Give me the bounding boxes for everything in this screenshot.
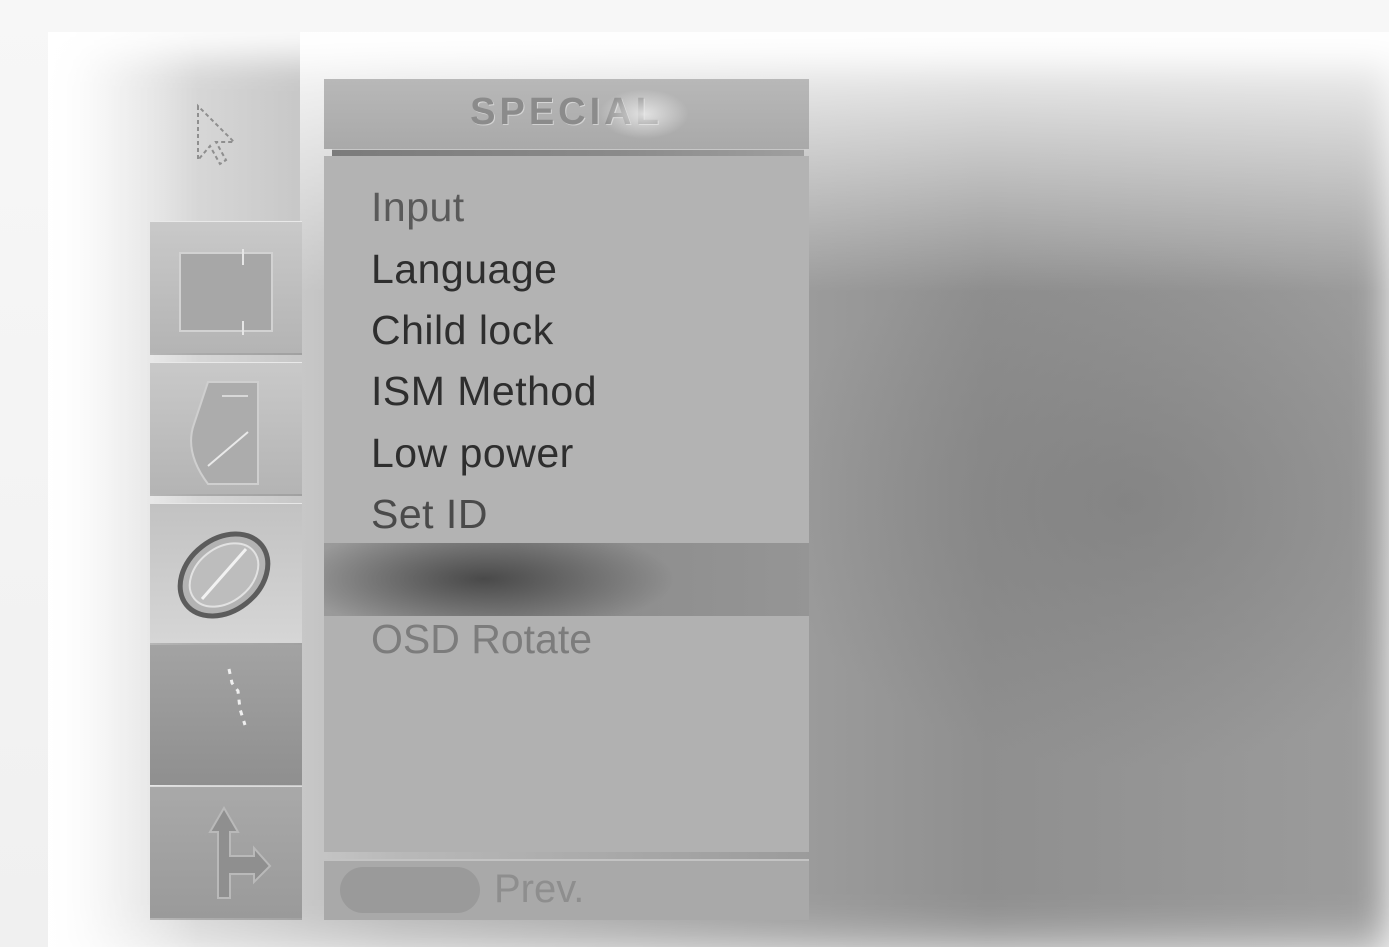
menu-item-child-lock[interactable]: Child lock <box>371 307 554 354</box>
menu-list: Input Language Child lock ISM Method Low… <box>324 156 809 543</box>
menu-item-osd-rotate[interactable]: OSD Rotate <box>371 616 592 663</box>
prev-key-button[interactable] <box>340 867 480 913</box>
footer-nav: Prev. <box>324 859 809 920</box>
special-icon <box>227 668 247 726</box>
time-icon <box>177 531 271 619</box>
menu-separator <box>324 543 809 616</box>
title-glare <box>599 89 689 139</box>
adjust-icon <box>208 806 272 899</box>
side-tab-time[interactable] <box>150 503 302 643</box>
screen-icon <box>179 249 273 335</box>
menu-item-ism-method[interactable]: ISM Method <box>371 368 597 415</box>
menu-title: SPECIAL <box>470 91 663 133</box>
side-tab-sound[interactable] <box>150 362 302 494</box>
header-divider <box>332 149 804 156</box>
pointer-cursor-icon <box>197 103 237 166</box>
menu-item-language[interactable]: Language <box>371 246 557 293</box>
side-tab-adjust[interactable] <box>150 786 302 918</box>
side-tab-special[interactable] <box>150 645 302 785</box>
menu-item-input[interactable]: Input <box>371 184 465 231</box>
menu-lower-panel: OSD Rotate <box>324 616 809 852</box>
sound-icon <box>190 381 259 485</box>
tv-screen: SPECIAL Input Language Child lock ISM Me… <box>0 0 1389 947</box>
side-tab-screen[interactable] <box>150 221 302 353</box>
menu-item-set-id[interactable]: Set ID <box>371 491 488 538</box>
menu-header: SPECIAL <box>324 79 809 149</box>
prev-label: Prev. <box>494 867 585 911</box>
menu-item-low-power[interactable]: Low power <box>371 430 574 477</box>
